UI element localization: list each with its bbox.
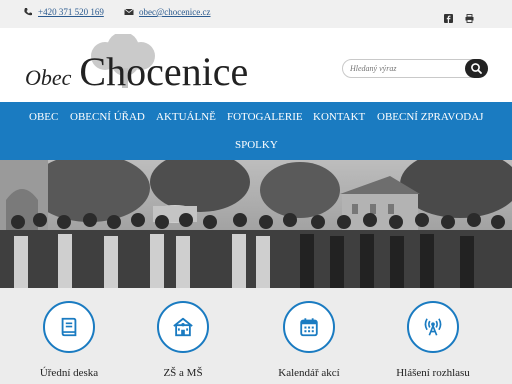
- calendar-icon: [300, 318, 318, 337]
- top-icons: [444, 10, 474, 23]
- phone-icon: [24, 8, 32, 16]
- nav-item-spolky[interactable]: SPOLKY: [235, 139, 278, 151]
- tile-zs-a-ms[interactable]: ZŠ a MŠ: [123, 301, 243, 379]
- top-bar: +420 371 520 169 obec@chocenice.cz: [0, 0, 512, 28]
- tile-label: Kalendář akcí: [278, 367, 340, 379]
- tile-kalendar-akci[interactable]: Kalendář akcí: [249, 301, 369, 379]
- nav-item-obecni-zpravodaj[interactable]: OBECNÍ ZPRAVODAJ: [377, 111, 483, 123]
- tile-label: Úřední deska: [39, 367, 99, 379]
- nav-item-obec[interactable]: OBEC: [29, 111, 58, 123]
- email-link[interactable]: obec@chocenice.cz: [124, 7, 211, 17]
- facebook-icon[interactable]: [444, 10, 453, 23]
- search-button[interactable]: [465, 59, 488, 78]
- envelope-icon: [124, 8, 134, 15]
- email-address: obec@chocenice.cz: [139, 7, 211, 17]
- nav-item-obecni-urad[interactable]: OBECNÍ ÚŘAD: [70, 111, 145, 123]
- broadcast-icon: [424, 318, 442, 336]
- logo-prefix: Obec: [25, 65, 72, 90]
- historical-group-photo: [0, 160, 512, 288]
- quick-links: Úřední deska ZŠ a MŠ Kalendář akcí Hláše…: [0, 288, 512, 384]
- site-header: Obec Chocenice: [0, 28, 512, 102]
- school-icon: [173, 317, 193, 337]
- tile-hlaseni-rozhlasu[interactable]: Hlášení rozhlasu: [373, 301, 493, 379]
- search-icon: [471, 63, 482, 74]
- nav-item-kontakt[interactable]: KONTAKT: [313, 111, 365, 123]
- nav-item-aktualne[interactable]: AKTUÁLNĚ: [156, 111, 216, 123]
- phone-number: +420 371 520 169: [38, 7, 104, 17]
- print-icon[interactable]: [465, 10, 474, 23]
- search-box: [342, 59, 488, 78]
- hero-photo: [0, 160, 512, 288]
- site-logo[interactable]: Obec Chocenice: [25, 48, 248, 95]
- nav-item-fotogalerie[interactable]: FOTOGALERIE: [227, 111, 303, 123]
- logo-title: Chocenice: [79, 49, 249, 94]
- search-input[interactable]: [343, 60, 463, 77]
- book-icon: [61, 317, 77, 337]
- main-navigation: OBEC OBECNÍ ÚŘAD AKTUÁLNĚ FOTOGALERIE KO…: [0, 102, 512, 160]
- phone-link[interactable]: +420 371 520 169: [23, 7, 104, 17]
- tile-label: ZŠ a MŠ: [163, 367, 203, 379]
- tile-uredni-deska[interactable]: Úřední deska: [9, 301, 129, 379]
- tile-label: Hlášení rozhlasu: [396, 367, 470, 379]
